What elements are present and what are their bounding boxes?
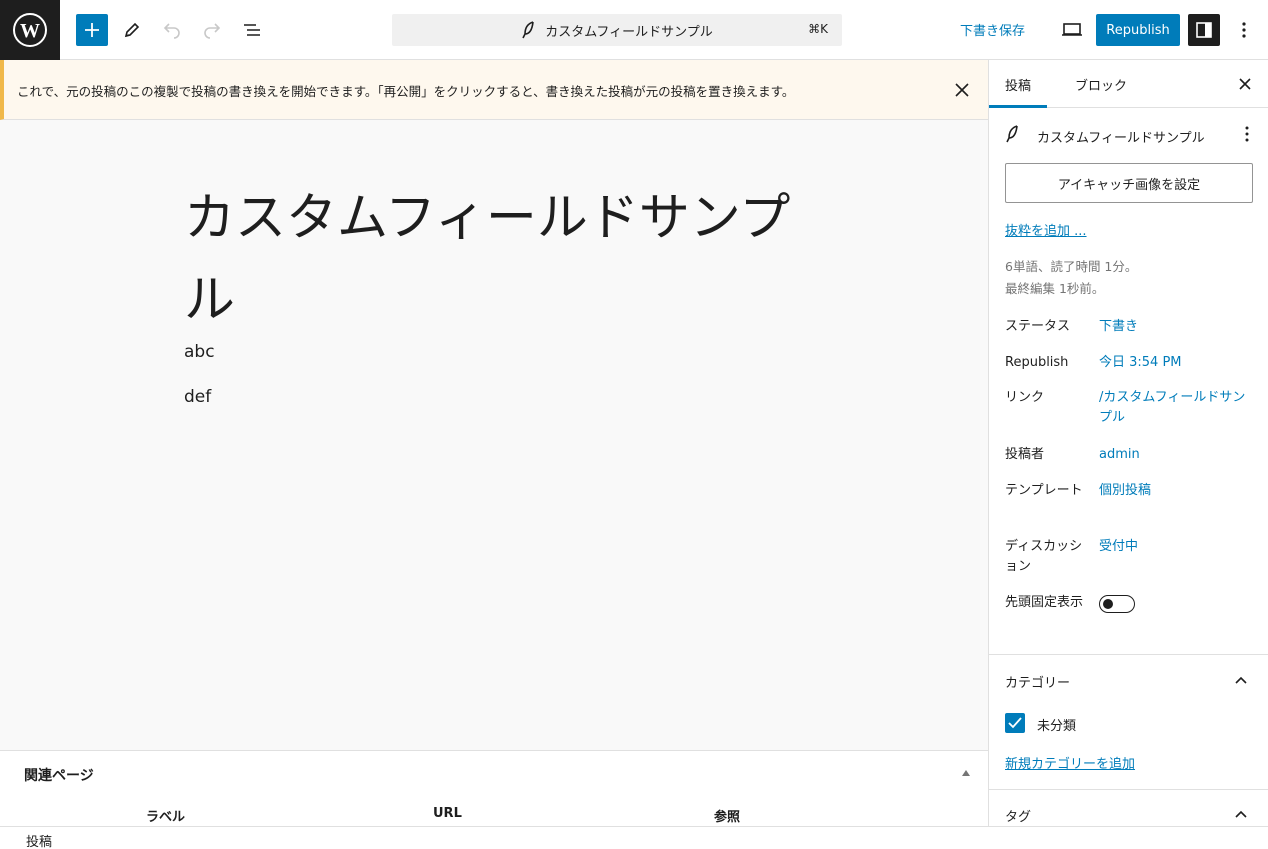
triangle-up-icon (962, 770, 970, 776)
options-menu-button[interactable] (1228, 14, 1260, 46)
status-label: ステータス (1005, 319, 1071, 334)
editor-header: W カスタムフィールドサンプル ⌘K 下書き保存 Republish (0, 0, 1268, 60)
editor-canvas: カスタムフィールドサンプル abc def (0, 120, 988, 750)
sidebar-toggle-icon (1196, 22, 1212, 38)
plus-icon (85, 23, 99, 37)
more-vertical-icon[interactable] (1245, 126, 1249, 142)
categories-panel-toggle[interactable] (1233, 672, 1249, 688)
document-overview-button[interactable] (236, 14, 268, 46)
post-word-count: 6単語、読了時間 1分。 (1005, 259, 1138, 274)
metabox-title: 関連ページ (24, 768, 94, 784)
post-info: 6単語、読了時間 1分。 最終編集 1秒前。 (1005, 256, 1137, 300)
close-sidebar-button[interactable] (1233, 72, 1257, 96)
status-value-button[interactable]: 下書き (1099, 317, 1255, 337)
republish-date-button[interactable]: 今日 3:54 PM (1099, 353, 1255, 373)
tags-panel-title[interactable]: タグ (1005, 806, 1031, 825)
permalink-button[interactable]: /カスタムフィールドサンプル (1099, 388, 1255, 428)
discussion-label: ディスカッション (1005, 539, 1083, 574)
add-block-button[interactable] (76, 14, 108, 46)
template-button[interactable]: 個別投稿 (1099, 481, 1255, 501)
template-label: テンプレート (1005, 483, 1083, 498)
add-excerpt-link[interactable]: 抜粋を追加 ... (1005, 220, 1087, 239)
panel-divider (989, 654, 1268, 655)
check-icon (1008, 717, 1022, 729)
sticky-toggle[interactable] (1099, 595, 1135, 613)
post-last-edited: 最終編集 1秒前。 (1005, 281, 1105, 296)
column-header-url: URL (433, 806, 462, 821)
paragraph-block[interactable]: abc (184, 342, 215, 362)
more-vertical-icon (1242, 22, 1246, 38)
category-label: 未分類 (1037, 719, 1077, 734)
command-shortcut: ⌘K (808, 22, 828, 36)
sticky-label: 先頭固定表示 (1005, 595, 1084, 610)
rewrite-notice: これで、元の投稿のこの複製で投稿の書き換えを開始できます。「再公開」をクリックす… (0, 60, 988, 120)
desktop-icon (1062, 23, 1082, 36)
set-featured-image-button[interactable]: アイキャッチ画像を設定 (1005, 163, 1253, 203)
discussion-button[interactable]: 受付中 (1099, 537, 1255, 557)
author-button[interactable]: admin (1099, 445, 1255, 465)
preview-button[interactable] (1056, 14, 1088, 46)
tab-post-label: 投稿 (1005, 78, 1032, 94)
redo-icon (204, 23, 221, 39)
sidebar-tabs: 投稿 ブロック (989, 60, 1268, 108)
redo-button[interactable] (196, 14, 228, 46)
tools-button[interactable] (116, 14, 148, 46)
toggle-knob (1103, 599, 1113, 609)
save-draft-button[interactable]: 下書き保存 (960, 20, 1025, 39)
related-pages-metabox: 関連ページ ラベル URL 参照 (0, 750, 988, 826)
panel-divider (989, 789, 1268, 790)
settings-sidebar: 投稿 ブロック カスタムフィールドサンプル アイキャッチ画像を設定 抜粋を追加 … (988, 60, 1268, 826)
tab-post[interactable]: 投稿 (1005, 60, 1031, 108)
tab-block[interactable]: ブロック (1075, 60, 1127, 108)
list-view-icon (244, 24, 260, 36)
notice-text: これで、元の投稿のこの複製で投稿の書き換えを開始できます。「再公開」をクリックす… (17, 84, 795, 99)
author-label: 投稿者 (1005, 447, 1045, 462)
republish-button[interactable]: Republish (1096, 14, 1180, 46)
add-category-link[interactable]: 新規カテゴリーを追加 (1005, 753, 1135, 772)
post-card: カスタムフィールドサンプル (1005, 124, 1253, 146)
wordpress-logo-icon[interactable]: W (0, 0, 60, 60)
categories-panel-title[interactable]: カテゴリー (1005, 672, 1070, 691)
undo-button[interactable] (156, 14, 188, 46)
svg-text:W: W (20, 20, 40, 42)
tags-panel-toggle[interactable] (1233, 806, 1249, 822)
link-label: リンク (1005, 390, 1045, 405)
paragraph-block[interactable]: def (184, 387, 211, 407)
chevron-up-icon (1235, 810, 1247, 818)
tab-block-label: ブロック (1075, 78, 1128, 94)
chevron-up-icon (1235, 676, 1247, 684)
settings-button[interactable] (1188, 14, 1220, 46)
breadcrumb-item[interactable]: 投稿 (26, 831, 52, 849)
command-bar-title: カスタムフィールドサンプル (545, 24, 713, 40)
active-tab-indicator (989, 105, 1047, 108)
close-icon (955, 83, 969, 97)
post-feather-icon (522, 21, 534, 39)
undo-icon (163, 23, 180, 39)
post-title[interactable]: カスタムフィールドサンプル (184, 178, 824, 341)
post-feather-icon (1006, 125, 1018, 143)
republish-label: Republish (1005, 355, 1069, 370)
close-icon (1239, 78, 1251, 90)
column-header-label: ラベル (146, 810, 186, 825)
category-checkbox[interactable] (1005, 713, 1025, 733)
post-card-title: カスタムフィールドサンプル (1037, 131, 1205, 146)
pencil-icon (124, 22, 140, 38)
metabox-toggle-button[interactable] (960, 767, 972, 779)
block-breadcrumb-footer: 投稿 (0, 826, 1268, 849)
column-header-reference: 参照 (714, 810, 741, 825)
dismiss-notice-button[interactable] (948, 76, 976, 104)
command-palette-bar[interactable]: カスタムフィールドサンプル ⌘K (392, 14, 842, 46)
